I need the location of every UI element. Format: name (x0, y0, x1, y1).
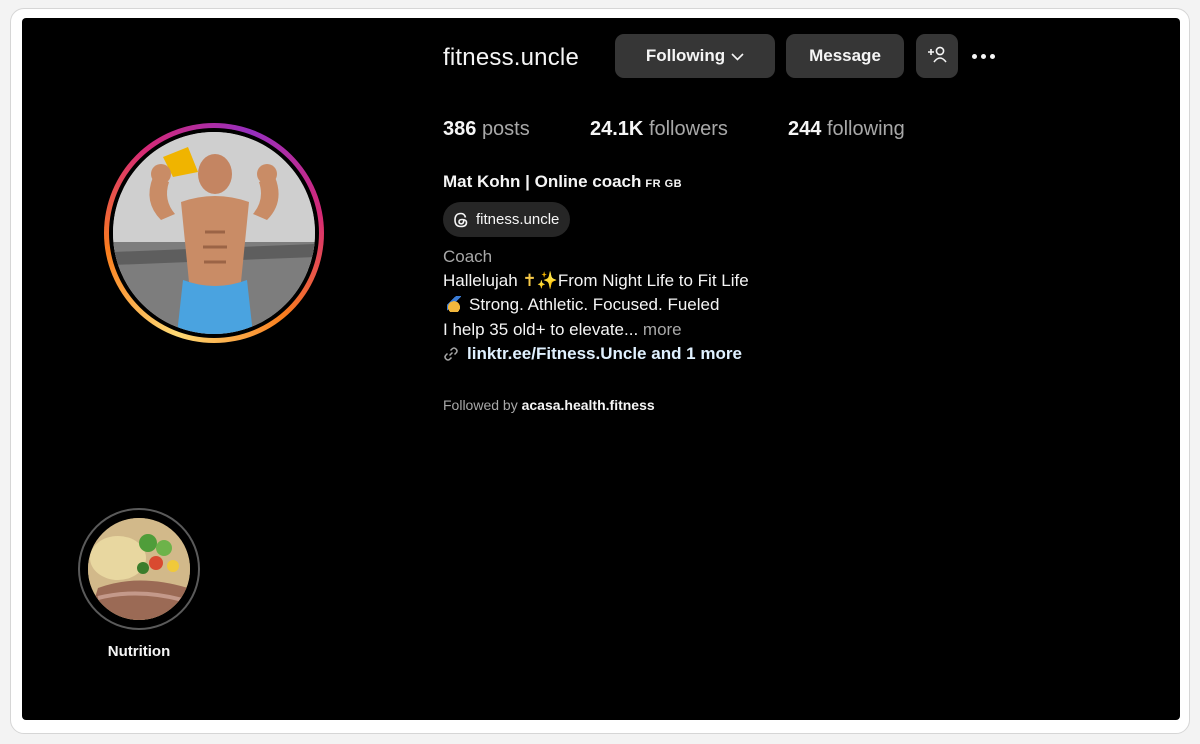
following-button[interactable]: Following (615, 34, 775, 78)
bio-line-1: Hallelujah ✝✨From Night Life to Fit Life (443, 271, 749, 291)
following-button-label: Following (645, 46, 726, 65)
sparkle-icon: ✝✨ (522, 271, 558, 290)
threads-badge[interactable]: fitness.uncle (443, 202, 571, 237)
followers-count-label: followers (648, 118, 728, 140)
profile-link-text: linktr.ee/Fitness.Uncle and 1 more (467, 344, 742, 363)
threads-handle: fitness.uncle (476, 211, 560, 228)
bio-line-1-end: From Night Life to Fit Life (557, 271, 749, 290)
bio-line-2-text: Strong. Athletic. Focused. Fueled (469, 295, 720, 314)
medal-icon (447, 296, 461, 312)
highlight-label: Nutrition (107, 643, 171, 660)
bio-line-3-text: I help 35 old+ to elevate... (443, 320, 639, 339)
avatar-photo (113, 132, 315, 334)
followed-by-user: acasa.health.fitness (521, 397, 655, 413)
chevron-down-icon (731, 46, 744, 66)
following-count-value: 244 (788, 118, 822, 140)
more-options-icon[interactable] (972, 42, 1012, 70)
posts-count[interactable]: 386 posts (443, 118, 530, 141)
profile-screen: Nutrition fitness.uncle Following Messag… (22, 18, 1180, 720)
add-user-icon (926, 45, 948, 68)
profile-avatar (113, 132, 315, 334)
bio-line-1-start: Hallelujah (443, 271, 518, 290)
profile-full-name: Mat Kohn | Online coach FR GB (443, 172, 682, 192)
suggested-accounts-button[interactable] (916, 34, 958, 78)
highlight-nutrition[interactable] (78, 508, 200, 630)
profile-category: Coach (443, 247, 493, 266)
profile-link[interactable]: linktr.ee/Fitness.Uncle and 1 more (443, 344, 742, 364)
posts-count-value: 386 (443, 118, 477, 140)
followed-by[interactable]: Followed by acasa.health.fitness (443, 397, 655, 413)
followers-count-value: 24.1K (590, 118, 644, 140)
bio-more-link[interactable]: more (643, 320, 682, 339)
posts-count-label: posts (481, 118, 530, 140)
following-count-label: following (826, 118, 905, 140)
highlight-cover-image (88, 518, 190, 620)
profile-avatar-story-ring[interactable] (104, 123, 324, 343)
message-button-label: Message (809, 46, 881, 65)
link-icon (443, 346, 459, 362)
followed-by-label: Followed by (443, 397, 518, 413)
flag-icons: FR GB (645, 178, 683, 190)
followers-count[interactable]: 24.1K followers (590, 118, 728, 141)
threads-icon (452, 211, 470, 229)
food-photo (88, 518, 190, 620)
bio-line-2: Strong. Athletic. Focused. Fueled (443, 295, 719, 315)
full-name-text: Mat Kohn | Online coach (443, 172, 642, 191)
following-count[interactable]: 244 following (788, 118, 905, 141)
profile-username: fitness.uncle (443, 44, 580, 71)
bio-line-3: I help 35 old+ to elevate... more (443, 320, 682, 340)
message-button[interactable]: Message (786, 34, 904, 78)
